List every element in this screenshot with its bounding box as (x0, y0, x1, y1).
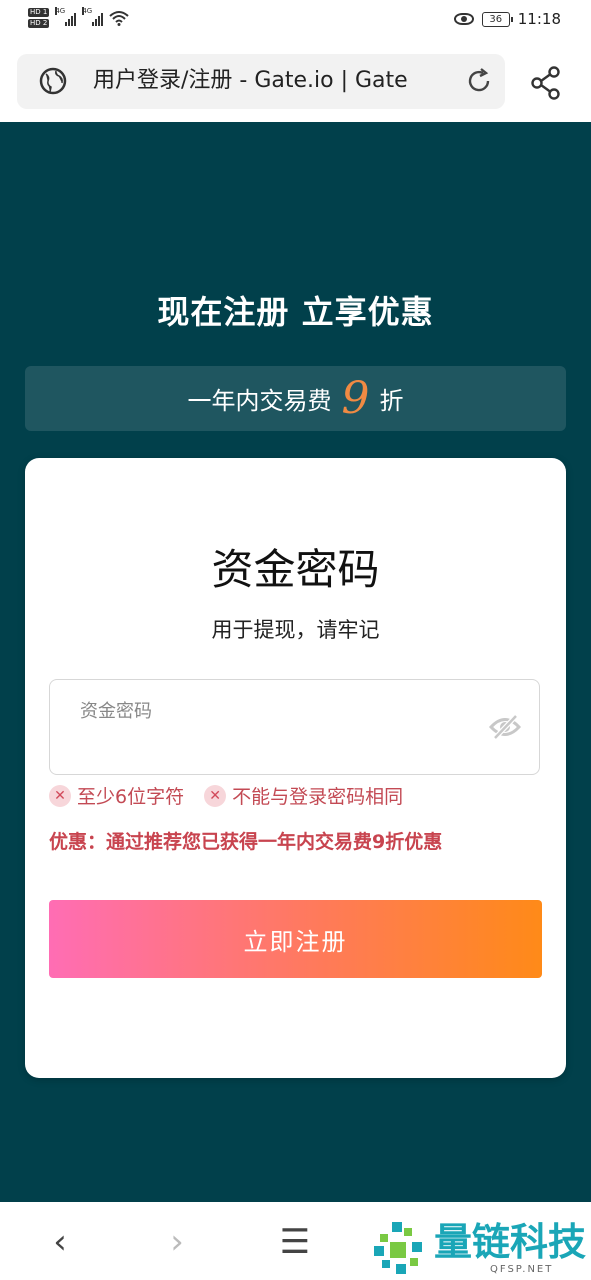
watermark-logo-icon (374, 1222, 422, 1274)
fund-password-field[interactable]: 资金密码 (49, 679, 540, 775)
referral-offer-text: 优惠：通过推荐您已获得一年内交易费9折优惠 (49, 831, 443, 853)
form-card: 资金密码 用于提现，请牢记 资金密码 ✕ 至少6位字符 ✕ 不能与登录密码相同 … (25, 458, 566, 1078)
promo-text: 一年内交易费 (187, 387, 332, 415)
signal-2-icon: 4G (82, 7, 104, 26)
clock: 11:18 (517, 10, 561, 28)
address-bar[interactable]: 用户登录/注册 - Gate.io | Gate (17, 54, 505, 109)
rule-text: 不能与登录密码相同 (232, 786, 404, 808)
battery-icon: 36 (481, 11, 513, 27)
form-title: 资金密码 (211, 545, 380, 594)
watermark: 量链科技 QFSP.NET (370, 1219, 587, 1278)
reload-icon[interactable] (465, 67, 493, 95)
globe-icon[interactable] (39, 67, 67, 95)
status-left: HD 1 HD 2 4G 4G (28, 7, 130, 28)
sim-indicators: HD 1 HD 2 (28, 8, 50, 28)
page-title-url[interactable]: 用户登录/注册 - Gate.io | Gate (93, 67, 453, 95)
forward-icon[interactable]: › (157, 1222, 197, 1262)
browser-bottom-nav: ‹ › ☰ 量链科技 QFSP.NET (0, 1202, 591, 1280)
promo-banner: 一年内交易费 9 折 (25, 366, 566, 431)
form-subtitle: 用于提现，请牢记 (211, 618, 380, 642)
fund-password-input[interactable] (80, 730, 484, 762)
rule-item: ✕ 至少6位字符 (49, 782, 184, 809)
promo-number: 9 (341, 372, 370, 424)
error-x-icon: ✕ (204, 784, 227, 807)
watermark-text: 量链科技 (434, 1219, 587, 1264)
field-label: 资金密码 (80, 701, 152, 722)
menu-icon[interactable]: ☰ (275, 1222, 315, 1262)
password-rules: ✕ 至少6位字符 ✕ 不能与登录密码相同 (49, 782, 403, 809)
back-icon[interactable]: ‹ (40, 1222, 80, 1262)
watermark-subtext: QFSP.NET (490, 1264, 554, 1275)
sim1-badge: HD 1 (28, 8, 50, 17)
wifi-icon (109, 11, 130, 26)
signal-1-icon: 4G (55, 7, 77, 26)
register-button[interactable]: 立即注册 (49, 900, 542, 978)
rule-text: 至少6位字符 (77, 786, 185, 808)
page-headline: 现在注册 立享优惠 (157, 293, 434, 331)
eye-off-icon[interactable] (489, 714, 521, 740)
share-icon[interactable] (530, 66, 562, 100)
network-2-label: 4G (82, 7, 93, 15)
sim2-badge: HD 2 (28, 19, 50, 28)
rule-item: ✕ 不能与登录密码相同 (204, 782, 403, 809)
eye-comfort-icon (453, 13, 474, 25)
error-x-icon: ✕ (49, 784, 71, 807)
network-1-label: 4G (55, 7, 66, 15)
status-bar: HD 1 HD 2 4G 4G 36 11:18 (0, 0, 591, 42)
browser-toolbar: 用户登录/注册 - Gate.io | Gate (0, 42, 591, 122)
page-content: 现在注册 立享优惠 一年内交易费 9 折 资金密码 用于提现，请牢记 资金密码 … (0, 122, 591, 1202)
status-right: 36 11:18 (453, 10, 561, 28)
promo-suffix: 折 (379, 387, 404, 415)
